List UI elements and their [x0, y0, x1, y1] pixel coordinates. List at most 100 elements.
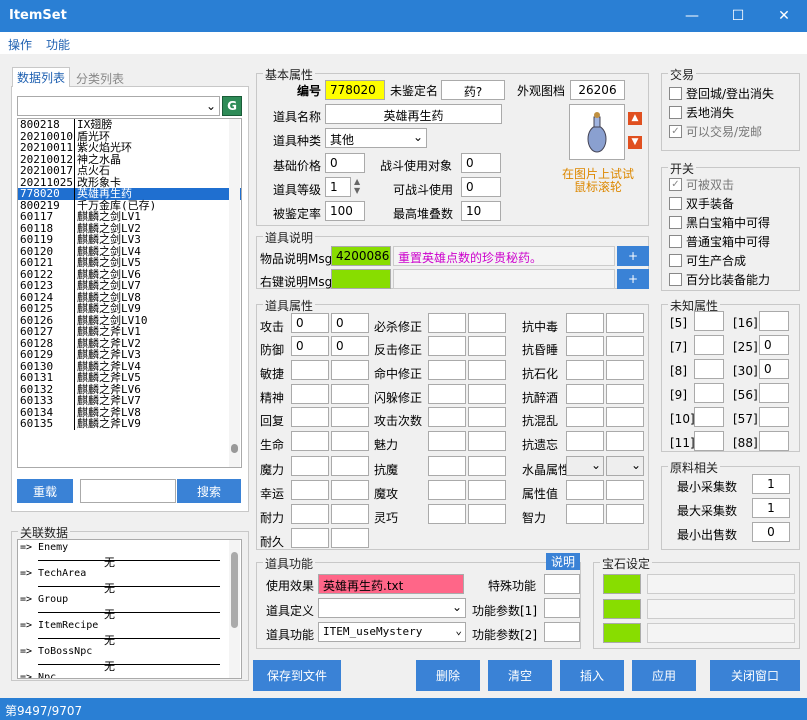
attr-field-b[interactable]	[468, 504, 506, 524]
insert-button[interactable]: 插入	[560, 660, 624, 691]
unknown-field-b[interactable]	[759, 431, 789, 451]
crystal-select-b[interactable]: ⌄	[606, 456, 644, 476]
attr-field-a[interactable]	[566, 407, 604, 427]
gem-color-3[interactable]	[603, 623, 641, 643]
attr-field-b[interactable]	[468, 384, 506, 404]
attr-field-b[interactable]	[331, 456, 369, 476]
unknown-field-a[interactable]	[694, 311, 724, 331]
attr-field-b[interactable]	[468, 336, 506, 356]
min-collect-field[interactable]: 1	[752, 474, 790, 494]
effect-field[interactable]: 英雄再生药.txt	[318, 574, 464, 594]
unknown-field-a[interactable]	[694, 407, 724, 427]
level-field[interactable]: 1	[325, 177, 351, 197]
attr-field-a[interactable]	[291, 431, 329, 451]
checkbox-option[interactable]: 双手装备	[669, 195, 734, 212]
save-to-file-button[interactable]: 保存到文件	[253, 660, 341, 691]
price-field[interactable]: 0	[325, 153, 365, 173]
list-item[interactable]: 60131 麒麟之斧LV5	[18, 372, 241, 384]
checkbox[interactable]: ✓	[669, 125, 682, 138]
checkbox-option[interactable]: 百分比装备能力	[669, 271, 770, 288]
unknown-field-b[interactable]	[759, 383, 789, 403]
gem-field-1[interactable]	[647, 574, 795, 594]
apply-button[interactable]: 应用	[632, 660, 696, 691]
list-item[interactable]: 60133 麒麟之斧LV7	[18, 395, 241, 407]
attr-field-a[interactable]: 0	[291, 336, 329, 356]
close-window-button[interactable]: ✕	[761, 0, 807, 32]
attr-field-b[interactable]	[468, 313, 506, 333]
attr-field-b[interactable]	[331, 480, 369, 500]
attr-field-b[interactable]	[606, 480, 644, 500]
attr-field-b[interactable]	[606, 407, 644, 427]
list-item[interactable]: 60129 麒麟之斧LV3	[18, 349, 241, 361]
canbtl-field[interactable]: 0	[461, 177, 501, 197]
unknown-field-a[interactable]	[694, 359, 724, 379]
scroll-thumb[interactable]	[231, 444, 238, 453]
checkbox[interactable]	[669, 216, 682, 229]
checkbox[interactable]	[669, 273, 682, 286]
rmsg-text-field[interactable]	[393, 269, 615, 289]
unknown-field-b[interactable]	[759, 407, 789, 427]
attr-field-b[interactable]	[468, 407, 506, 427]
special-field[interactable]	[544, 574, 580, 594]
attr-field-a[interactable]	[428, 384, 466, 404]
msg-text-field[interactable]: 重置英雄点数的珍贵秘药。	[393, 246, 615, 266]
attr-field-b[interactable]	[331, 528, 369, 548]
attr-field-b[interactable]	[606, 336, 644, 356]
attr-field-b[interactable]	[331, 504, 369, 524]
name-field[interactable]: 英雄再生药	[325, 104, 502, 124]
attr-field-b[interactable]	[331, 407, 369, 427]
linked-list[interactable]: => Enemy 无 => TechArea 无 => Group 无 => ItemRec…	[17, 539, 242, 679]
item-preview[interactable]	[569, 104, 625, 160]
btl-field[interactable]: 0	[461, 153, 501, 173]
ident-field[interactable]: 100	[325, 201, 365, 221]
list-item[interactable]: 60119 麒麟之剑LV3	[18, 234, 241, 246]
checkbox-option[interactable]: 登回城/登出消失	[669, 85, 774, 102]
attr-field-b[interactable]	[331, 384, 369, 404]
list-scrollbar[interactable]	[229, 119, 240, 467]
maximize-button[interactable]: ☐	[715, 0, 761, 32]
attr-field-a[interactable]	[428, 360, 466, 380]
checkbox[interactable]	[669, 87, 682, 100]
attr-field-a[interactable]	[566, 360, 604, 380]
checkbox-option[interactable]: 可生产合成	[669, 252, 746, 269]
list-item[interactable]: 20210017 点火石	[18, 165, 241, 177]
gem-field-3[interactable]	[647, 623, 795, 643]
attr-field-a[interactable]	[428, 313, 466, 333]
menu-operate[interactable]: 操作	[8, 36, 32, 53]
linked-item[interactable]: => ToBossNpc 无	[18, 644, 241, 673]
linked-item[interactable]: => Enemy 无	[18, 540, 241, 569]
list-item[interactable]: 60121 麒麟之剑LV5	[18, 257, 241, 269]
attr-field-a[interactable]	[428, 407, 466, 427]
attr-field-a[interactable]	[566, 384, 604, 404]
attr-field-a[interactable]	[291, 384, 329, 404]
id-field[interactable]: 778020	[325, 80, 385, 100]
delete-button[interactable]: 删除	[416, 660, 480, 691]
rmsg-plus-button[interactable]: +	[617, 269, 649, 289]
linked-scroll-thumb[interactable]	[231, 552, 238, 628]
attr-field-b[interactable]	[606, 384, 644, 404]
unknown-field-a[interactable]	[694, 383, 724, 403]
checkbox-option[interactable]: ✓ 可以交易/宠邮	[669, 123, 762, 140]
attr-field-b[interactable]	[331, 431, 369, 451]
attr-field-b[interactable]: 0	[331, 313, 369, 333]
attr-field-b[interactable]	[606, 313, 644, 333]
list-item[interactable]: 60123 麒麟之剑LV7	[18, 280, 241, 292]
menu-function[interactable]: 功能	[46, 36, 70, 53]
search-button[interactable]: 搜索	[177, 479, 241, 503]
checkbox-option[interactable]: 普通宝箱中可得	[669, 233, 770, 250]
list-item[interactable]: 60127 麒麟之斧LV1	[18, 326, 241, 338]
tab-category-list[interactable]: 分类列表	[72, 69, 128, 87]
attr-field-b[interactable]	[468, 456, 506, 476]
param2-field[interactable]	[544, 622, 580, 642]
msg-plus-button[interactable]: +	[617, 246, 649, 266]
list-item[interactable]: 60125 麒麟之剑LV9	[18, 303, 241, 315]
close-dialog-button[interactable]: 关闭窗口	[710, 660, 800, 691]
max-collect-field[interactable]: 1	[752, 498, 790, 518]
unknown-field-a[interactable]	[694, 335, 724, 355]
fn-select[interactable]: ITEM_useMystery ⌄	[318, 622, 466, 642]
look-field[interactable]: 26206	[570, 80, 625, 100]
attr-field-a[interactable]	[291, 480, 329, 500]
minimize-button[interactable]: —	[669, 0, 715, 32]
attr-field-b[interactable]	[606, 360, 644, 380]
linked-item[interactable]: => Group 无	[18, 592, 241, 621]
